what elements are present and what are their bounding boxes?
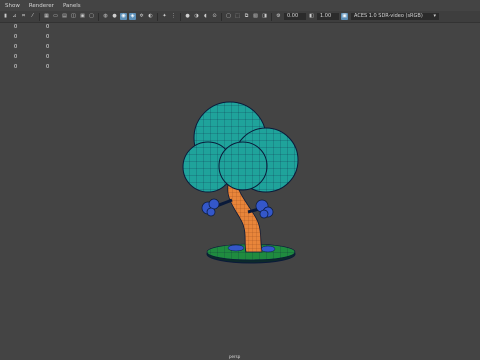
camera-name-label: persp [229,354,241,359]
tree-trunk [211,181,267,253]
leaf-cluster-right [255,199,274,219]
tree-model[interactable] [0,0,480,360]
tree-canopy [182,101,299,193]
leaf-cluster-left [201,198,220,217]
